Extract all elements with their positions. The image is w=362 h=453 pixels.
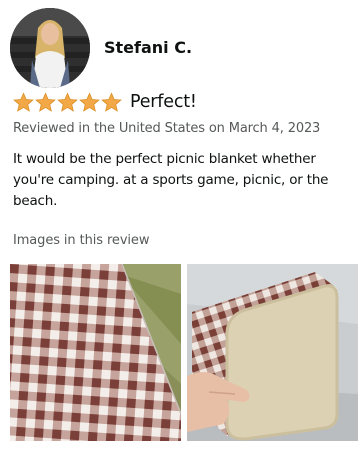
star-icon	[35, 91, 56, 112]
star-icon	[57, 91, 78, 112]
folded-blanket-in-hand-photo-icon	[187, 264, 358, 441]
review-body: It would be the perfect picnic blanket w…	[13, 151, 329, 209]
review-title[interactable]: Perfect!	[130, 92, 197, 112]
checkered-blanket-on-grass-photo-icon	[10, 264, 181, 441]
star-icon	[79, 91, 100, 112]
review-date: Reviewed in the United States on March 4…	[13, 121, 321, 136]
review-image-1[interactable]	[10, 264, 181, 441]
star-rating[interactable]	[13, 91, 122, 113]
rating-row: Perfect!	[13, 90, 197, 114]
reviewer-avatar[interactable]	[10, 8, 90, 88]
images-heading: Images in this review	[13, 233, 150, 248]
star-icon	[13, 91, 34, 112]
star-icon	[101, 91, 122, 112]
review-image-2[interactable]	[187, 264, 358, 441]
profile-photo-icon	[10, 8, 90, 88]
reviewer-name[interactable]: Stefani C.	[104, 38, 192, 57]
